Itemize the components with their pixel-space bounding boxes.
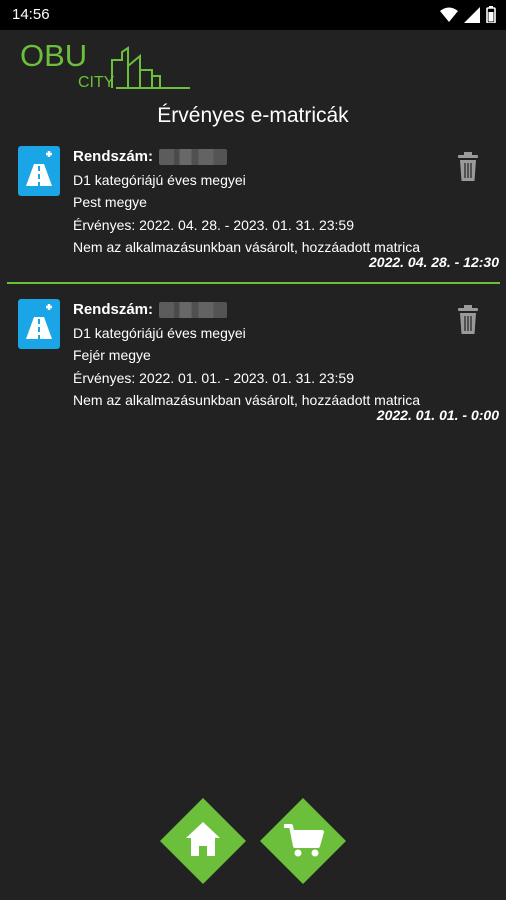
road-vignette-icon — [18, 299, 60, 349]
plate-label: Rendszám: — [73, 148, 154, 165]
vignette-card[interactable]: Rendszám: D1 kategóriájú éves megyei Pes… — [0, 146, 506, 276]
vignette-county: Fejér megye — [73, 347, 151, 363]
status-bar: 14:56 — [0, 0, 506, 30]
vignette-source: Nem az alkalmazásunkban vásárolt, hozzáa… — [73, 239, 421, 255]
status-time: 14:56 — [12, 6, 50, 23]
card-divider — [7, 282, 500, 284]
vignette-category: D1 kategóriájú éves megyei — [73, 171, 246, 188]
vignette-card[interactable]: Rendszám: D1 kategóriájú éves megyei Fej… — [0, 299, 506, 429]
plate-number-blurred — [159, 149, 228, 166]
wifi-icon — [440, 7, 458, 22]
plate-row: Rendszám: — [73, 146, 420, 169]
plate-label: Rendszám: — [73, 301, 154, 318]
vignette-source: Nem az alkalmazásunkban vásárolt, hozzáa… — [73, 392, 421, 408]
page-title: Érvényes e-matricák — [157, 104, 349, 127]
road-vignette-icon — [18, 146, 60, 196]
highway-icon — [26, 151, 52, 186]
highway-icon — [26, 304, 52, 339]
vignette-purchase-date: 2022. 01. 01. - 0:00 — [376, 407, 499, 423]
vignette-details: Rendszám: D1 kategóriájú éves megyei Fej… — [73, 299, 420, 412]
plate-number-blurred — [159, 302, 228, 319]
obu-city-logo: OBU CITY — [20, 38, 190, 91]
delete-trash-icon[interactable] — [456, 152, 480, 182]
delete-trash-icon[interactable] — [456, 305, 480, 335]
battery-icon — [486, 6, 496, 23]
vignette-county: Pest megye — [73, 194, 147, 210]
plate-row: Rendszám: — [73, 299, 420, 322]
vignette-details: Rendszám: D1 kategóriájú éves megyei Pes… — [73, 146, 420, 259]
vignette-purchase-date: 2022. 04. 28. - 12:30 — [369, 254, 499, 270]
logo-city-text: CITY — [78, 74, 115, 91]
vignette-category: D1 kategóriájú éves megyei — [73, 324, 246, 341]
signal-icon — [464, 6, 480, 23]
home-button[interactable] — [158, 796, 248, 886]
logo-obu-text: OBU — [20, 38, 87, 73]
vignette-validity: Érvényes: 2022. 04. 28. - 2023. 01. 31. … — [73, 216, 354, 233]
vignette-validity: Érvényes: 2022. 01. 01. - 2023. 01. 31. … — [73, 369, 354, 386]
logo-skyline — [111, 46, 190, 89]
cart-button[interactable] — [258, 796, 348, 886]
status-icons — [440, 6, 496, 23]
